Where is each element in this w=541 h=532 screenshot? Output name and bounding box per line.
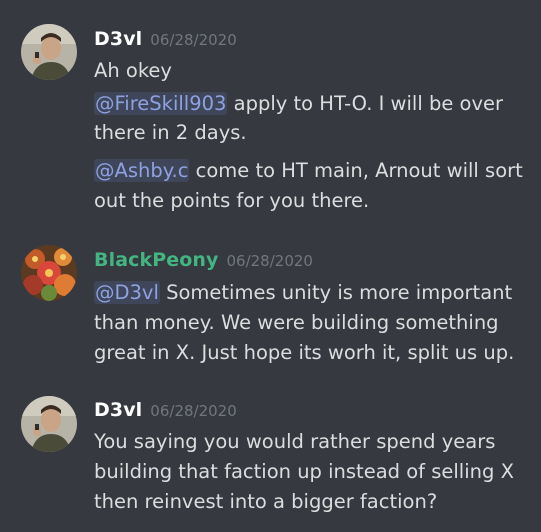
man-portrait-avatar-icon bbox=[21, 396, 77, 452]
user-mention[interactable]: @Ashby.c bbox=[94, 159, 190, 182]
man-portrait-avatar-icon bbox=[21, 24, 77, 80]
message-text: Ah okey bbox=[94, 59, 172, 82]
avatar[interactable] bbox=[21, 245, 77, 301]
message-text: @FireSkill903 apply to HT-O. I will be o… bbox=[94, 89, 534, 118]
message-text-continued: there in 2 days. bbox=[94, 121, 247, 144]
username[interactable]: BlackPeony bbox=[94, 249, 219, 271]
message-text-continued: building that faction up instead of sell… bbox=[94, 460, 514, 483]
user-mention[interactable]: @FireSkill903 bbox=[94, 92, 228, 115]
user-mention[interactable]: @D3vl bbox=[94, 281, 160, 304]
timestamp: 06/28/2020 bbox=[150, 402, 237, 420]
timestamp: 06/28/2020 bbox=[226, 252, 313, 270]
avatar[interactable] bbox=[21, 396, 77, 452]
flower-avatar-icon bbox=[21, 245, 77, 301]
timestamp: 06/28/2020 bbox=[150, 31, 237, 49]
message-text-part: Sometimes unity is more important bbox=[159, 281, 513, 304]
message-text-continued: than money. We were building something bbox=[94, 311, 499, 334]
username[interactable]: D3vl bbox=[94, 28, 142, 50]
message-text: @Ashby.c come to HT main, Arnout will so… bbox=[94, 156, 534, 185]
username[interactable]: D3vl bbox=[94, 399, 142, 421]
message-text-part: apply to HT-O. I will be over bbox=[227, 92, 504, 115]
message-text-continued: then reinvest into a bigger faction? bbox=[94, 490, 438, 513]
message-text: @D3vl Sometimes unity is more important bbox=[94, 278, 534, 307]
message-text: You saying you would rather spend years bbox=[94, 430, 496, 453]
message-text-part: come to HT main, Arnout will sort bbox=[189, 159, 523, 182]
avatar[interactable] bbox=[21, 24, 77, 80]
message-text-continued: great in X. Just hope its worh it, split… bbox=[94, 341, 515, 364]
message-text-continued: out the points for you there. bbox=[94, 189, 370, 212]
chat-message-list: D3vl 06/28/2020 Ah okey @FireSkill903 app… bbox=[0, 0, 541, 532]
